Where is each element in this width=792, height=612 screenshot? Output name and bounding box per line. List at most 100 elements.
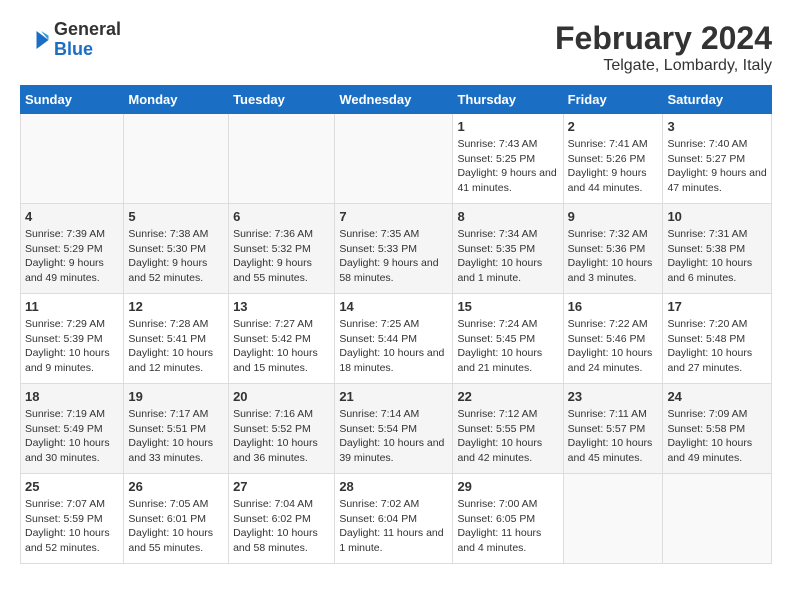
calendar-cell: 10Sunrise: 7:31 AMSunset: 5:38 PMDayligh… xyxy=(663,204,772,294)
day-info: Sunrise: 7:12 AMSunset: 5:55 PMDaylight:… xyxy=(457,407,558,466)
day-info: Sunrise: 7:31 AMSunset: 5:38 PMDaylight:… xyxy=(667,227,767,286)
day-info: Sunrise: 7:25 AMSunset: 5:44 PMDaylight:… xyxy=(339,317,448,376)
logo-general: General xyxy=(54,20,121,40)
main-title: February 2024 xyxy=(555,20,772,57)
calendar-week-0: 1 Sunrise: 7:43 AMSunset: 5:25 PMDaylight… xyxy=(21,114,772,204)
calendar-cell: 8 Sunrise: 7:34 AMSunset: 5:35 PMDaylight… xyxy=(453,204,563,294)
calendar-cell: 20 Sunrise: 7:16 AMSunset: 5:52 PMDayligh… xyxy=(229,384,335,474)
calendar-cell: 29 Sunrise: 7:00 AMSunset: 6:05 PMDayligh… xyxy=(453,474,563,564)
header-row: Sunday Monday Tuesday Wednesday Thursday… xyxy=(21,86,772,114)
calendar-cell: 26Sunrise: 7:05 AMSunset: 6:01 PMDayligh… xyxy=(124,474,229,564)
day-number: 1 xyxy=(457,119,558,134)
day-info: Sunrise: 7:38 AMSunset: 5:30 PMDaylight:… xyxy=(128,227,224,286)
day-number: 24 xyxy=(667,389,767,404)
day-info: Sunrise: 7:28 AMSunset: 5:41 PMDaylight:… xyxy=(128,317,224,376)
day-number: 23 xyxy=(568,389,659,404)
day-info: Sunrise: 7:17 AMSunset: 5:51 PMDaylight:… xyxy=(128,407,224,466)
day-number: 18 xyxy=(25,389,119,404)
calendar-cell: 19 Sunrise: 7:17 AMSunset: 5:51 PMDayligh… xyxy=(124,384,229,474)
day-number: 26 xyxy=(128,479,224,494)
col-wednesday: Wednesday xyxy=(335,86,453,114)
day-number: 22 xyxy=(457,389,558,404)
day-info: Sunrise: 7:41 AMSunset: 5:26 PMDaylight:… xyxy=(568,137,659,196)
day-number: 21 xyxy=(339,389,448,404)
calendar-cell: 27 Sunrise: 7:04 AMSunset: 6:02 PMDayligh… xyxy=(229,474,335,564)
calendar-week-2: 11 Sunrise: 7:29 AMSunset: 5:39 PMDayligh… xyxy=(21,294,772,384)
day-info: Sunrise: 7:40 AMSunset: 5:27 PMDaylight:… xyxy=(667,137,767,196)
day-number: 29 xyxy=(457,479,558,494)
calendar-cell xyxy=(21,114,124,204)
calendar-cell: 28 Sunrise: 7:02 AMSunset: 6:04 PMDayligh… xyxy=(335,474,453,564)
day-number: 8 xyxy=(457,209,558,224)
calendar-cell: 24 Sunrise: 7:09 AMSunset: 5:58 PMDayligh… xyxy=(663,384,772,474)
day-number: 15 xyxy=(457,299,558,314)
day-number: 6 xyxy=(233,209,330,224)
calendar-cell: 14 Sunrise: 7:25 AMSunset: 5:44 PMDayligh… xyxy=(335,294,453,384)
day-info: Sunrise: 7:29 AMSunset: 5:39 PMDaylight:… xyxy=(25,317,119,376)
day-number: 28 xyxy=(339,479,448,494)
calendar-cell xyxy=(563,474,663,564)
day-info: Sunrise: 7:34 AMSunset: 5:35 PMDaylight:… xyxy=(457,227,558,286)
day-info: Sunrise: 7:04 AMSunset: 6:02 PMDaylight:… xyxy=(233,497,330,556)
day-info: Sunrise: 7:09 AMSunset: 5:58 PMDaylight:… xyxy=(667,407,767,466)
calendar-cell: 17 Sunrise: 7:20 AMSunset: 5:48 PMDayligh… xyxy=(663,294,772,384)
col-tuesday: Tuesday xyxy=(229,86,335,114)
day-number: 3 xyxy=(667,119,767,134)
calendar-cell: 25 Sunrise: 7:07 AMSunset: 5:59 PMDayligh… xyxy=(21,474,124,564)
logo-icon xyxy=(20,25,50,55)
calendar-cell: 13Sunrise: 7:27 AMSunset: 5:42 PMDayligh… xyxy=(229,294,335,384)
day-info: Sunrise: 7:24 AMSunset: 5:45 PMDaylight:… xyxy=(457,317,558,376)
calendar-cell: 9Sunrise: 7:32 AMSunset: 5:36 PMDaylight… xyxy=(563,204,663,294)
day-info: Sunrise: 7:11 AMSunset: 5:57 PMDaylight:… xyxy=(568,407,659,466)
day-number: 16 xyxy=(568,299,659,314)
calendar-week-3: 18 Sunrise: 7:19 AMSunset: 5:49 PMDayligh… xyxy=(21,384,772,474)
calendar-cell xyxy=(663,474,772,564)
calendar-cell: 6Sunrise: 7:36 AMSunset: 5:32 PMDaylight… xyxy=(229,204,335,294)
day-number: 19 xyxy=(128,389,224,404)
day-number: 14 xyxy=(339,299,448,314)
day-info: Sunrise: 7:35 AMSunset: 5:33 PMDaylight:… xyxy=(339,227,448,286)
day-info: Sunrise: 7:19 AMSunset: 5:49 PMDaylight:… xyxy=(25,407,119,466)
day-info: Sunrise: 7:16 AMSunset: 5:52 PMDaylight:… xyxy=(233,407,330,466)
calendar-cell: 5 Sunrise: 7:38 AMSunset: 5:30 PMDaylight… xyxy=(124,204,229,294)
calendar-cell: 23 Sunrise: 7:11 AMSunset: 5:57 PMDayligh… xyxy=(563,384,663,474)
day-info: Sunrise: 7:02 AMSunset: 6:04 PMDaylight:… xyxy=(339,497,448,556)
col-thursday: Thursday xyxy=(453,86,563,114)
logo-blue: Blue xyxy=(54,40,121,60)
calendar-cell xyxy=(335,114,453,204)
day-info: Sunrise: 7:43 AMSunset: 5:25 PMDaylight:… xyxy=(457,137,558,196)
day-number: 5 xyxy=(128,209,224,224)
day-number: 9 xyxy=(568,209,659,224)
calendar-cell: 11 Sunrise: 7:29 AMSunset: 5:39 PMDayligh… xyxy=(21,294,124,384)
day-number: 2 xyxy=(568,119,659,134)
calendar-body: 1 Sunrise: 7:43 AMSunset: 5:25 PMDaylight… xyxy=(21,114,772,564)
col-monday: Monday xyxy=(124,86,229,114)
calendar-cell: 18 Sunrise: 7:19 AMSunset: 5:49 PMDayligh… xyxy=(21,384,124,474)
day-number: 27 xyxy=(233,479,330,494)
calendar-cell: 1 Sunrise: 7:43 AMSunset: 5:25 PMDaylight… xyxy=(453,114,563,204)
calendar-cell: 3 Sunrise: 7:40 AMSunset: 5:27 PMDaylight… xyxy=(663,114,772,204)
day-info: Sunrise: 7:07 AMSunset: 5:59 PMDaylight:… xyxy=(25,497,119,556)
col-sunday: Sunday xyxy=(21,86,124,114)
day-number: 25 xyxy=(25,479,119,494)
day-number: 17 xyxy=(667,299,767,314)
day-number: 11 xyxy=(25,299,119,314)
col-friday: Friday xyxy=(563,86,663,114)
day-number: 20 xyxy=(233,389,330,404)
day-number: 4 xyxy=(25,209,119,224)
day-info: Sunrise: 7:00 AMSunset: 6:05 PMDaylight:… xyxy=(457,497,558,556)
calendar-cell: 12 Sunrise: 7:28 AMSunset: 5:41 PMDayligh… xyxy=(124,294,229,384)
logo: General Blue xyxy=(20,20,121,60)
day-info: Sunrise: 7:20 AMSunset: 5:48 PMDaylight:… xyxy=(667,317,767,376)
day-number: 12 xyxy=(128,299,224,314)
col-saturday: Saturday xyxy=(663,86,772,114)
calendar-cell: 15 Sunrise: 7:24 AMSunset: 5:45 PMDayligh… xyxy=(453,294,563,384)
calendar-header: Sunday Monday Tuesday Wednesday Thursday… xyxy=(21,86,772,114)
calendar-cell: 4Sunrise: 7:39 AMSunset: 5:29 PMDaylight… xyxy=(21,204,124,294)
day-info: Sunrise: 7:22 AMSunset: 5:46 PMDaylight:… xyxy=(568,317,659,376)
calendar-cell: 22 Sunrise: 7:12 AMSunset: 5:55 PMDayligh… xyxy=(453,384,563,474)
calendar-table: Sunday Monday Tuesday Wednesday Thursday… xyxy=(20,85,772,564)
calendar-week-4: 25 Sunrise: 7:07 AMSunset: 5:59 PMDayligh… xyxy=(21,474,772,564)
title-block: February 2024 Telgate, Lombardy, Italy xyxy=(555,20,772,75)
calendar-cell: 16 Sunrise: 7:22 AMSunset: 5:46 PMDayligh… xyxy=(563,294,663,384)
